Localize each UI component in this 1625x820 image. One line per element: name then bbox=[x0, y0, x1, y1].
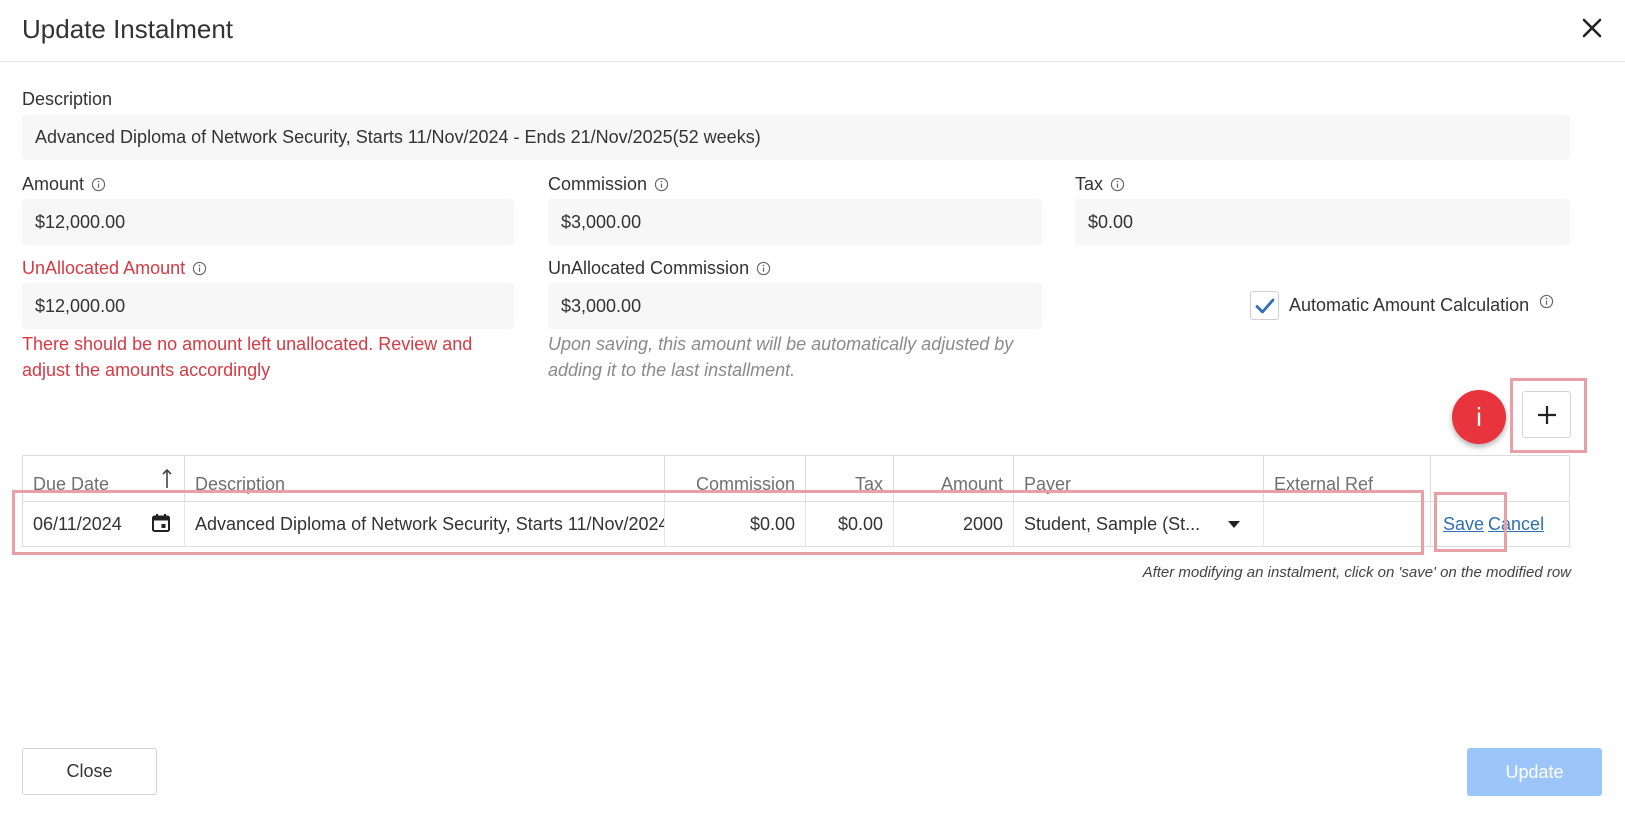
unallocated-error-message: There should be no amount left unallocat… bbox=[22, 334, 473, 380]
unallocated-amount-label: UnAllocated Amount bbox=[22, 258, 207, 279]
info-badge: i bbox=[1452, 390, 1506, 444]
save-highlight bbox=[1434, 492, 1507, 552]
plus-icon bbox=[1537, 405, 1556, 424]
commission-field[interactable]: $3,000.00 bbox=[548, 199, 1042, 245]
sort-ascending-icon[interactable] bbox=[161, 468, 173, 490]
update-button[interactable]: Update bbox=[1467, 748, 1602, 796]
amount-field[interactable]: $12,000.00 bbox=[22, 199, 514, 245]
row-highlight bbox=[12, 490, 1424, 555]
info-icon[interactable] bbox=[1539, 294, 1554, 309]
check-icon bbox=[1255, 298, 1274, 313]
after-modify-note: After modifying an instalment, click on … bbox=[1142, 564, 1571, 581]
close-button[interactable]: Close bbox=[22, 748, 157, 795]
description-field[interactable]: Advanced Diploma of Network Security, St… bbox=[22, 115, 1570, 160]
unallocated-commission-field: $3,000.00 bbox=[548, 283, 1042, 329]
commission-label: Commission bbox=[548, 174, 669, 195]
auto-calc-checkbox[interactable] bbox=[1250, 291, 1279, 320]
add-instalment-button[interactable] bbox=[1522, 391, 1571, 438]
info-icon[interactable] bbox=[1110, 177, 1125, 192]
amount-label: Amount bbox=[22, 174, 106, 195]
auto-calc-option[interactable]: Automatic Amount Calculation bbox=[1250, 291, 1554, 320]
info-icon[interactable] bbox=[756, 261, 771, 276]
tax-label: Tax bbox=[1075, 174, 1125, 195]
info-icon[interactable] bbox=[654, 177, 669, 192]
dialog-header: Update Instalment bbox=[0, 0, 1625, 62]
unallocated-commission-label: UnAllocated Commission bbox=[548, 258, 771, 279]
dialog-title: Update Instalment bbox=[22, 14, 234, 44]
unallocated-amount-field: $12,000.00 bbox=[22, 283, 514, 329]
unallocated-commission-hint: Upon saving, this amount will be automat… bbox=[548, 334, 1014, 380]
info-icon[interactable] bbox=[91, 177, 106, 192]
auto-calc-label: Automatic Amount Calculation bbox=[1289, 295, 1530, 315]
description-label: Description bbox=[22, 89, 113, 109]
info-icon[interactable] bbox=[192, 261, 207, 276]
tax-field[interactable]: $0.00 bbox=[1075, 199, 1570, 245]
close-icon[interactable] bbox=[1576, 12, 1608, 44]
